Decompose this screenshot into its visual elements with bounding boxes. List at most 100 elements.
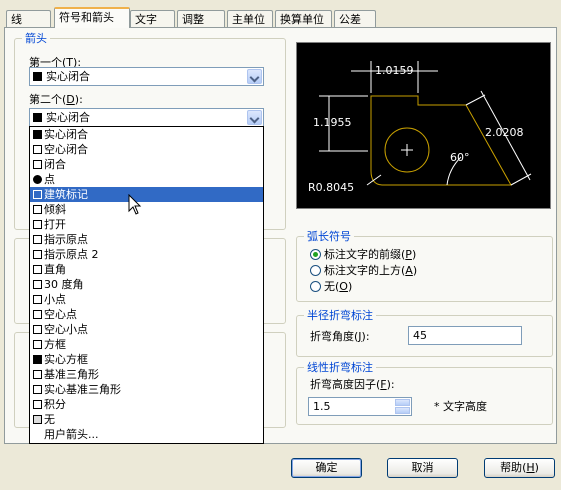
list-item[interactable]: 30 度角 (30, 277, 263, 292)
cancel-button[interactable]: 取消 (387, 458, 458, 478)
arc-none-text: 无 (324, 280, 335, 293)
jog-height-spinner[interactable]: 1.5 (308, 397, 412, 416)
arrow-dropdown-list[interactable]: 实心闭合 空心闭合 闭合 点 建筑标记 倾斜 打开 指示原点 指示原点 2 直角… (29, 126, 264, 444)
chevron-down-icon[interactable] (247, 110, 262, 125)
dimension-preview: 1.0159 1.1955 2.0208 60° R0.8045 (296, 42, 551, 209)
dot-icon (33, 175, 42, 184)
list-item[interactable]: 点 (30, 172, 263, 187)
list-item[interactable]: 倾斜 (30, 202, 263, 217)
list-item[interactable]: 直角 (30, 262, 263, 277)
open-arrow-icon (33, 220, 42, 229)
spin-up-icon[interactable] (395, 399, 410, 406)
list-item[interactable]: 指示原点 2 (30, 247, 263, 262)
list-item-label: 指示原点 2 (44, 248, 99, 261)
list-item[interactable]: 空心点 (30, 307, 263, 322)
solid-closed-arrow-icon (33, 113, 42, 122)
list-item[interactable]: 指示原点 (30, 232, 263, 247)
list-item-label: 无 (44, 413, 55, 426)
arc-prefix-accesskey: P (405, 248, 412, 261)
list-item-label: 用户箭头... (44, 428, 99, 441)
chevron-down-icon[interactable] (247, 69, 262, 84)
first-arrow-select[interactable]: 实心闭合 (29, 67, 264, 86)
preview-dim-right: 2.0208 (485, 126, 524, 139)
tab-text[interactable]: 文字 (130, 10, 175, 27)
list-item[interactable]: 空心小点 (30, 322, 263, 337)
list-item-selected[interactable]: 建筑标记 (30, 187, 263, 202)
solid-closed-arrow-icon (33, 72, 42, 81)
list-item-label: 基准三角形 (44, 368, 99, 381)
tab-label: 文字 (135, 13, 157, 26)
tab-label: 线 (11, 13, 22, 26)
dot-small-blank-icon (33, 325, 42, 334)
arc-above-radio[interactable] (310, 265, 321, 276)
arc-prefix-text: 标注文字的前缀 (324, 248, 401, 261)
arc-prefix-label[interactable]: 标注文字的前缀(P) (324, 248, 416, 261)
help-label: 帮助 (500, 461, 523, 474)
list-item[interactable]: 无 (30, 412, 263, 427)
cancel-label: 取消 (411, 461, 434, 474)
list-item[interactable]: 实心方框 (30, 352, 263, 367)
tab-label: 换算单位 (280, 13, 324, 26)
user-arrow-icon (33, 430, 42, 439)
origin-indicator-2-icon (33, 250, 42, 259)
list-item-label: 实心基准三角形 (44, 383, 121, 396)
open-30-icon (33, 280, 42, 289)
arc-none-label[interactable]: 无(O) (324, 280, 352, 293)
integral-icon (33, 400, 42, 409)
list-item-label: 方框 (44, 338, 66, 351)
tab-label: 调整 (182, 13, 204, 26)
spinner-arrows-icon[interactable] (395, 399, 410, 414)
list-item[interactable]: 用户箭头... (30, 427, 263, 442)
list-item-label: 小点 (44, 293, 66, 306)
arc-prefix-radio[interactable] (310, 249, 321, 260)
second-arrow-value: 实心闭合 (46, 111, 90, 124)
ok-button[interactable]: 确定 (291, 458, 362, 478)
list-item-label: 空心点 (44, 308, 77, 321)
list-item[interactable]: 方框 (30, 337, 263, 352)
tab-fit[interactable]: 调整 (177, 10, 225, 27)
dot-blank-icon (33, 310, 42, 319)
arc-above-label[interactable]: 标注文字的上方(A) (324, 264, 417, 277)
tab-label: 公差 (339, 13, 361, 26)
list-item-label: 指示原点 (44, 233, 88, 246)
architectural-tick-icon (33, 190, 42, 199)
help-accesskey: H (526, 461, 535, 474)
arc-none-radio[interactable] (310, 281, 321, 292)
arc-none-accesskey: O (339, 280, 348, 293)
tab-tolerances[interactable]: 公差 (334, 10, 376, 27)
origin-indicator-icon (33, 235, 42, 244)
radius-jog-title: 半径折弯标注 (304, 309, 376, 322)
closed-arrow-icon (33, 160, 42, 169)
second-arrow-select[interactable]: 实心闭合 (29, 108, 264, 127)
jog-angle-input[interactable]: 45 (408, 326, 522, 345)
list-item-label: 实心方框 (44, 353, 88, 366)
list-item[interactable]: 小点 (30, 292, 263, 307)
preview-radius: R0.8045 (308, 181, 355, 194)
list-item[interactable]: 闭合 (30, 157, 263, 172)
list-item-label: 空心小点 (44, 323, 88, 336)
tab-symbols-arrows[interactable]: 符号和箭头 (54, 7, 130, 28)
jog-height-text: 折弯高度因子 (310, 378, 376, 391)
tab-primary-units[interactable]: 主单位 (227, 10, 273, 27)
arrowheads-title: 箭头 (22, 32, 50, 45)
help-button[interactable]: 帮助(H) (484, 458, 555, 478)
preview-angle: 60° (450, 151, 470, 164)
jog-height-label: 折弯高度因子(F): (310, 378, 395, 391)
spin-down-icon[interactable] (395, 407, 410, 414)
mouse-cursor-icon (128, 194, 142, 215)
list-item[interactable]: 实心基准三角形 (30, 382, 263, 397)
list-item-label: 直角 (44, 263, 66, 276)
linear-jog-group: 线性折弯标注 (296, 361, 553, 425)
tab-alternate-units[interactable]: 换算单位 (275, 10, 332, 27)
jog-angle-text: 折弯角度 (310, 330, 354, 343)
datum-triangle-filled-icon (33, 385, 42, 394)
list-item[interactable]: 打开 (30, 217, 263, 232)
list-item[interactable]: 实心闭合 (30, 127, 263, 142)
tab-lines[interactable]: 线 (6, 10, 51, 27)
list-item[interactable]: 积分 (30, 397, 263, 412)
list-item[interactable]: 基准三角形 (30, 367, 263, 382)
linear-jog-title: 线性折弯标注 (304, 361, 376, 374)
box-filled-icon (33, 355, 42, 364)
list-item[interactable]: 空心闭合 (30, 142, 263, 157)
dot-small-icon (33, 295, 42, 304)
